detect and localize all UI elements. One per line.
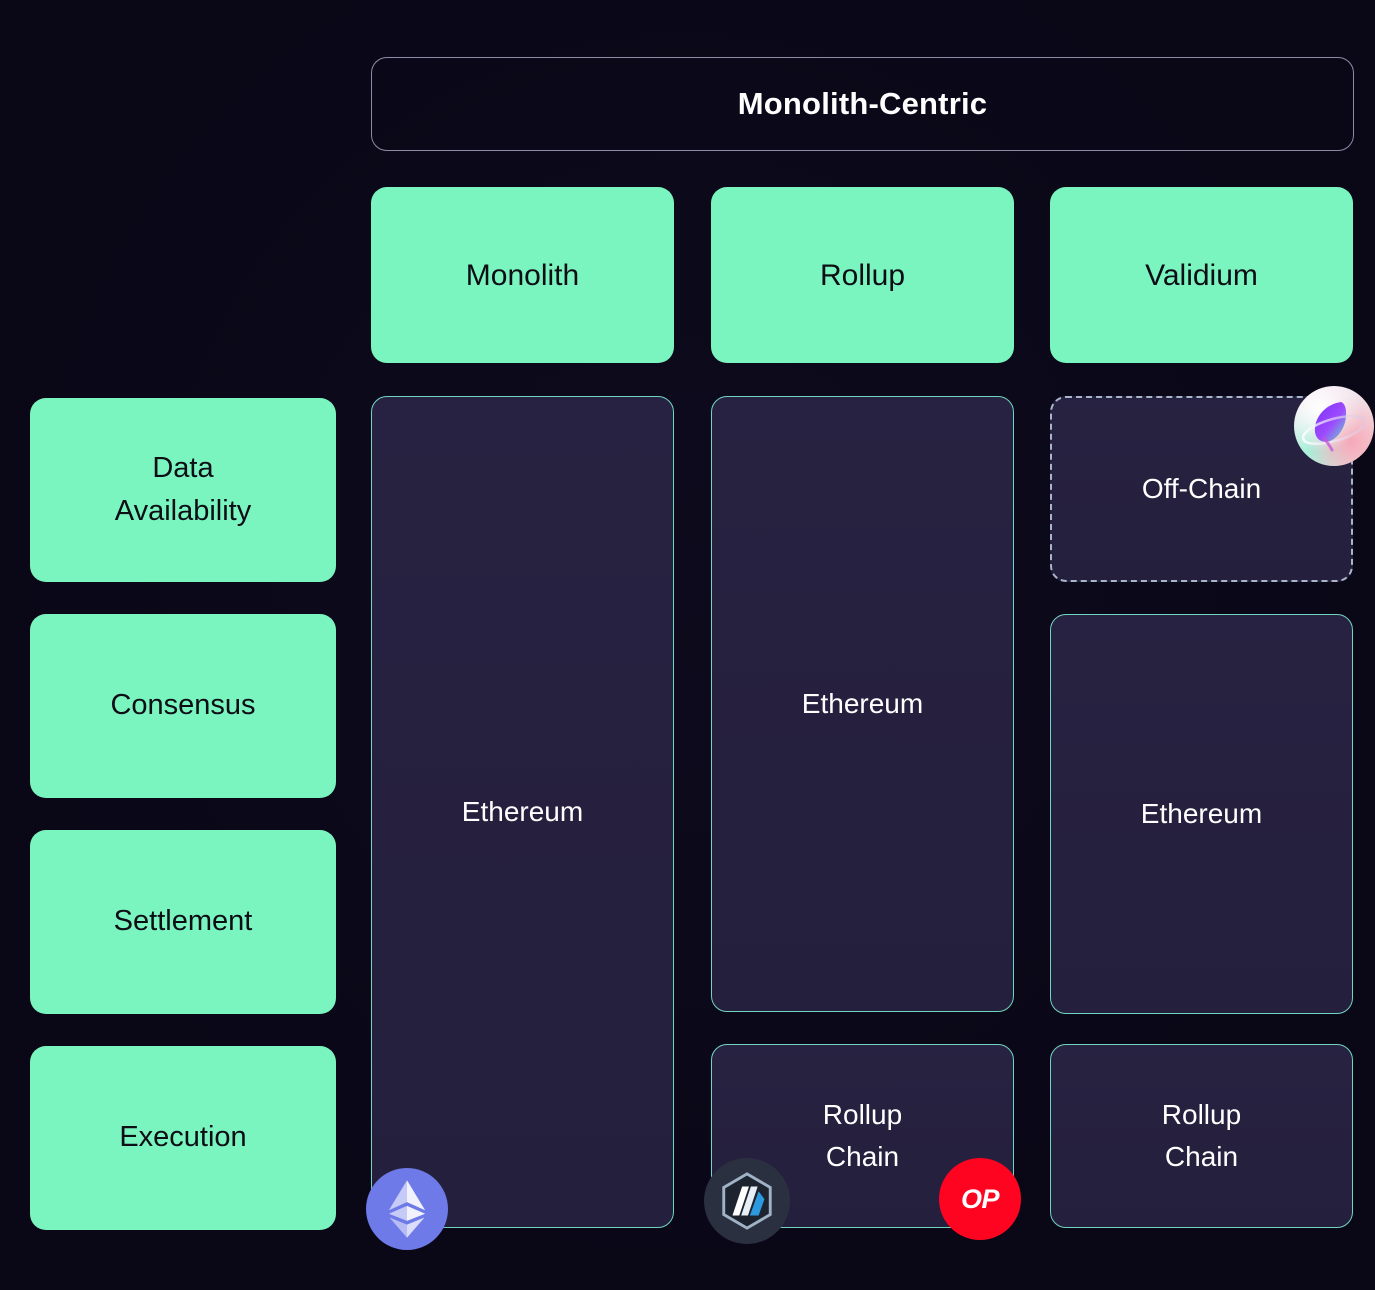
column-header-rollup-label: Rollup: [819, 258, 906, 292]
row-label-execution-label: Execution: [119, 1121, 247, 1154]
cell-validium-ethereum-label: Ethereum: [1140, 798, 1263, 829]
cell-rollup-ethereum: Ethereum: [711, 396, 1014, 1012]
cell-validium-execution-line1: Rollup: [1161, 1099, 1242, 1130]
row-label-settlement: Settlement: [30, 830, 336, 1014]
column-header-monolith: Monolith: [371, 187, 674, 363]
optimism-logo-icon: OP: [939, 1158, 1021, 1240]
column-header-monolith-label: Monolith: [465, 258, 580, 292]
optimism-logo-text: OP: [960, 1183, 1000, 1214]
row-label-data-availability: Data Availability: [30, 398, 336, 582]
cell-validium-ethereum: Ethereum: [1050, 614, 1353, 1014]
arbitrum-hexagon-icon: [722, 1172, 772, 1230]
cell-rollup-ethereum-label: Ethereum: [801, 688, 924, 719]
celestia-logo-icon: [1294, 386, 1374, 466]
column-header-rollup: Rollup: [711, 187, 1014, 363]
cell-validium-execution-line2: Chain: [1164, 1141, 1239, 1172]
cell-rollup-execution-line2: Chain: [825, 1141, 900, 1172]
row-label-consensus: Consensus: [30, 614, 336, 798]
row-label-consensus-label: Consensus: [110, 689, 256, 722]
banner-title: Monolith-Centric: [737, 86, 988, 121]
diagram-canvas: Monolith-Centric Monolith Rollup Validiu…: [0, 0, 1375, 1290]
banner-monolith-centric: Monolith-Centric: [371, 57, 1354, 151]
row-label-settlement-label: Settlement: [113, 905, 253, 938]
cell-rollup-execution-line1: Rollup: [822, 1099, 903, 1130]
column-header-validium-label: Validium: [1145, 258, 1258, 292]
cell-monolith-all-layers: Ethereum: [371, 396, 674, 1228]
cell-monolith-all-layers-label: Ethereum: [461, 796, 584, 827]
row-label-execution: Execution: [30, 1046, 336, 1230]
ethereum-diamond-icon: [388, 1180, 426, 1238]
cell-validium-execution: Rollup Chain: [1050, 1044, 1353, 1228]
cell-validium-off-chain-label: Off-Chain: [1141, 473, 1262, 504]
celestia-orb-icon: [1301, 402, 1367, 452]
row-label-data-availability-line2: Availability: [114, 495, 252, 527]
row-label-data-availability-line1: Data: [152, 451, 214, 484]
ethereum-logo-icon: [366, 1168, 448, 1250]
column-header-validium: Validium: [1050, 187, 1353, 363]
arbitrum-logo-icon: [704, 1158, 790, 1244]
